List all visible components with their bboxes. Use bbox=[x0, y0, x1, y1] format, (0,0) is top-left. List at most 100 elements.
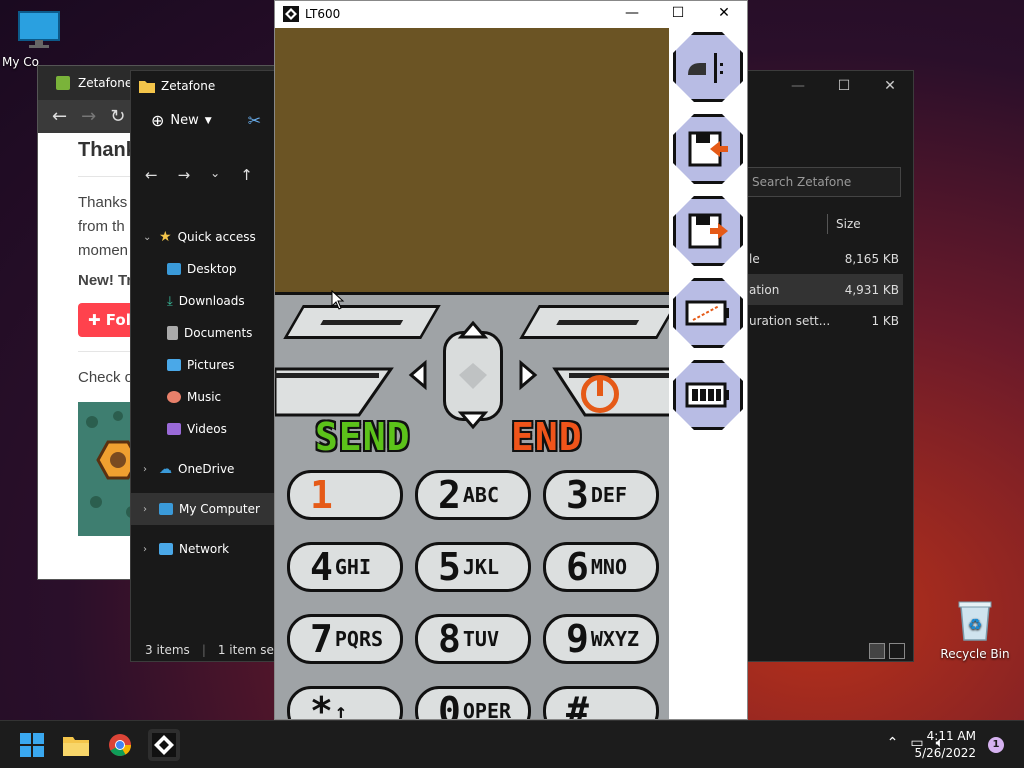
key-letters: MNO bbox=[590, 555, 628, 579]
back-arrow-icon[interactable]: ← bbox=[145, 166, 158, 184]
cut-icon[interactable]: ✂ bbox=[248, 111, 261, 130]
phone-settings-button[interactable] bbox=[673, 32, 743, 102]
key-9[interactable]: 9 WXYZ bbox=[543, 614, 659, 664]
taskbar-file-explorer[interactable] bbox=[60, 729, 92, 761]
maximize-icon[interactable]: ☐ bbox=[655, 1, 701, 25]
load-state-button[interactable] bbox=[673, 114, 743, 184]
taskbar-emulator[interactable] bbox=[148, 729, 180, 761]
file-row[interactable]: le 8,165 KB bbox=[745, 243, 903, 274]
key-5[interactable]: 5 JKL bbox=[415, 542, 531, 592]
taskbar: ⌃ ▭ 🔈︎ 4:11 AM 5/26/2022 1 bbox=[0, 720, 1024, 768]
nav-item-desktop[interactable]: Desktop bbox=[131, 253, 275, 285]
nav-item-downloads[interactable]: ⤓ Downloads bbox=[131, 285, 275, 317]
nav-item-label: Downloads bbox=[178, 294, 245, 308]
chevron-right-icon: › bbox=[143, 543, 147, 555]
end-button[interactable]: END bbox=[511, 415, 583, 459]
key-4[interactable]: 4 GHI bbox=[287, 542, 403, 592]
dpad-up-button[interactable] bbox=[455, 317, 491, 343]
key-8[interactable]: 8 TUV bbox=[415, 614, 531, 664]
right-softkey[interactable] bbox=[519, 305, 677, 339]
cloud-icon: ☁ bbox=[159, 461, 172, 477]
minimize-icon[interactable]: — bbox=[609, 1, 655, 25]
svg-text:♻: ♻ bbox=[968, 615, 982, 634]
key-hash[interactable]: # _ bbox=[543, 686, 659, 719]
emulator-window: LT600 — ☐ ✕ SEND END 1 2 ABC 3 DEF 4 GHI… bbox=[274, 0, 748, 720]
nav-item-label: Pictures bbox=[187, 358, 235, 372]
file-row[interactable]: uration sett... 1 KB bbox=[745, 305, 903, 336]
minimize-icon[interactable]: — bbox=[775, 71, 821, 101]
forward-arrow-icon[interactable]: → bbox=[178, 166, 191, 184]
back-arrow-icon[interactable]: ← bbox=[52, 106, 67, 127]
nav-item-documents[interactable]: Documents bbox=[131, 317, 275, 349]
chevron-right-icon: › bbox=[143, 503, 147, 515]
new-button[interactable]: New bbox=[170, 113, 198, 128]
nav-item-quick-access[interactable]: ⌄ ★ Quick access bbox=[131, 221, 275, 253]
key-digit: 6 bbox=[566, 545, 589, 589]
desktop-icon-my-computer[interactable]: My Co bbox=[0, 10, 78, 69]
key-6[interactable]: 6 MNO bbox=[543, 542, 659, 592]
key-0[interactable]: 0 OPER bbox=[415, 686, 531, 719]
power-icon[interactable] bbox=[581, 375, 619, 413]
battery-empty-icon bbox=[685, 300, 729, 326]
recent-chevron-icon[interactable]: ⌄ bbox=[210, 166, 220, 184]
phone-screen[interactable] bbox=[275, 28, 669, 292]
battery-full-icon bbox=[685, 382, 729, 408]
key-1[interactable]: 1 bbox=[287, 470, 403, 520]
nav-item-pictures[interactable]: Pictures bbox=[131, 349, 275, 381]
key-letters: ↑ bbox=[334, 699, 347, 720]
up-arrow-icon[interactable]: ↑ bbox=[240, 166, 253, 184]
battery-empty-button[interactable] bbox=[673, 278, 743, 348]
file-row[interactable]: ation 4,931 KB bbox=[745, 274, 903, 305]
file-name: uration sett... bbox=[749, 313, 831, 328]
dpad-down-button[interactable] bbox=[455, 407, 491, 433]
music-icon bbox=[167, 391, 181, 403]
start-button[interactable] bbox=[16, 729, 48, 761]
taskbar-chrome[interactable] bbox=[104, 729, 136, 761]
dpad-right-button[interactable] bbox=[515, 357, 541, 393]
close-icon[interactable]: ✕ bbox=[701, 1, 747, 25]
search-input[interactable]: Search Zetafone bbox=[741, 167, 901, 197]
key-star[interactable]: * ↑ bbox=[287, 686, 403, 720]
nav-item-music[interactable]: Music bbox=[131, 381, 275, 413]
maximize-icon[interactable]: ☐ bbox=[821, 71, 867, 101]
plus-circle-icon: ⊕ bbox=[151, 111, 165, 130]
send-button[interactable]: SEND bbox=[315, 415, 411, 459]
download-icon: ⤓ bbox=[167, 293, 173, 309]
key-7[interactable]: 7 PQRS bbox=[287, 614, 403, 664]
taskbar-clock[interactable]: 4:11 AM 5/26/2022 bbox=[914, 728, 976, 762]
star-icon: ★ bbox=[159, 229, 172, 245]
nav-item-my-computer[interactable]: › My Computer bbox=[131, 493, 275, 525]
chevron-up-icon[interactable]: ⌃ bbox=[887, 735, 899, 751]
emulator-title: LT600 bbox=[305, 7, 341, 21]
key-2[interactable]: 2 ABC bbox=[415, 470, 531, 520]
key-digit: 7 bbox=[310, 617, 333, 661]
desktop-icon-label: Recycle Bin bbox=[940, 647, 1010, 661]
plus-icon: ✚ bbox=[88, 311, 106, 329]
save-state-button[interactable] bbox=[673, 196, 743, 266]
forward-arrow-icon[interactable]: → bbox=[81, 106, 96, 127]
nav-item-videos[interactable]: Videos bbox=[131, 413, 275, 445]
nav-item-onedrive[interactable]: › ☁ OneDrive bbox=[131, 453, 275, 485]
battery-full-button[interactable] bbox=[673, 360, 743, 430]
column-header-size[interactable]: Size bbox=[827, 211, 861, 237]
status-item-count: 3 items bbox=[145, 643, 190, 657]
explorer-toolbar: ⊕ New ▼ ✂ bbox=[151, 111, 261, 130]
column-header-label: Size bbox=[836, 217, 861, 231]
file-name: le bbox=[749, 251, 760, 266]
desktop-icon-recycle-bin[interactable]: ♻ Recycle Bin bbox=[936, 598, 1014, 661]
nav-item-network[interactable]: › Network bbox=[131, 533, 275, 565]
key-3[interactable]: 3 DEF bbox=[543, 470, 659, 520]
app-logo-icon bbox=[283, 6, 299, 22]
tiles-view-icon[interactable] bbox=[889, 643, 905, 659]
dpad-left-button[interactable] bbox=[405, 357, 431, 393]
reload-icon[interactable]: ↻ bbox=[110, 106, 125, 127]
notification-badge[interactable]: 1 bbox=[988, 737, 1004, 753]
details-view-icon[interactable] bbox=[869, 643, 885, 659]
close-icon[interactable]: ✕ bbox=[867, 71, 913, 101]
key-letters: WXYZ bbox=[590, 627, 640, 651]
key-letters: ABC bbox=[462, 483, 500, 507]
file-name: ation bbox=[749, 282, 780, 297]
clock-time: 4:11 AM bbox=[926, 729, 976, 743]
view-toggle bbox=[869, 643, 905, 659]
explorer-title: Zetafone bbox=[161, 79, 216, 93]
